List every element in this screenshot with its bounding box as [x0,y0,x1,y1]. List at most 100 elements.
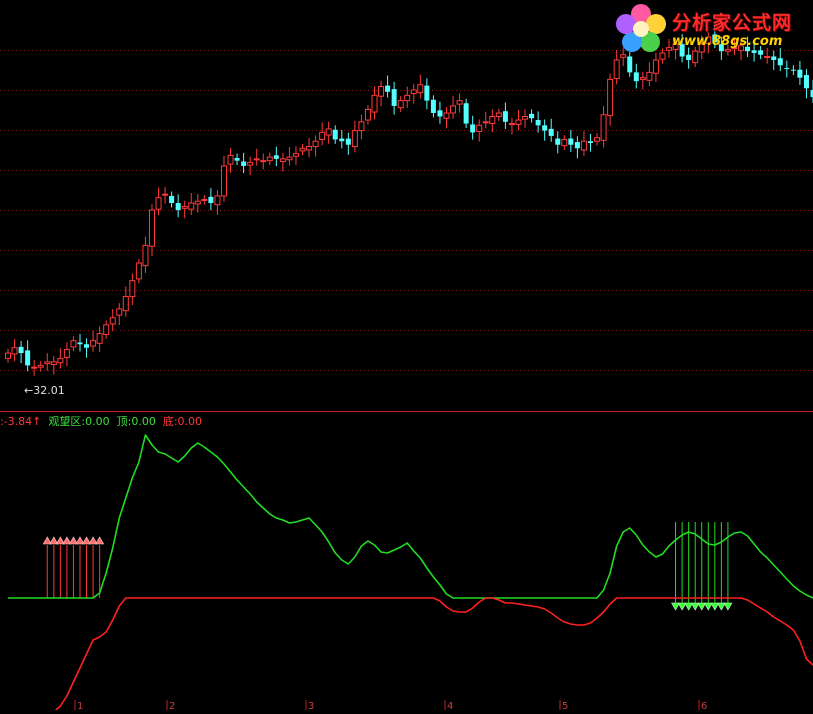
candle-body [293,154,298,157]
candle-body [313,141,318,146]
candle-body [169,196,174,203]
x-tick-label: 4 [447,701,453,710]
candle [496,109,501,121]
candle-body [542,125,547,130]
x-tick-label: 3 [308,701,314,710]
candle [274,147,279,166]
candle [254,149,259,166]
candle [451,96,456,119]
candle-body [562,139,567,145]
x-tick-label: 6 [701,701,707,710]
candle [490,109,495,132]
candle-body [509,124,514,125]
candle [372,87,377,120]
candle [123,286,128,316]
candle [163,187,168,204]
candle [149,204,154,256]
candle-body [771,56,776,60]
candle-body [653,60,658,73]
candle-body [267,157,272,161]
signal-arrows [43,522,732,610]
candle-body [149,210,154,246]
candle [797,61,802,85]
candle-body [346,139,351,145]
buy-arrow [56,537,64,598]
candle [575,136,580,158]
candle-body [287,157,292,160]
candle [568,130,573,152]
candle [555,131,560,153]
candle-body [176,203,181,210]
candle [595,133,600,145]
candle [293,146,298,165]
candle-body [503,111,508,122]
candle [77,334,82,352]
candle-body [71,341,76,347]
top-value: 0.00 [131,415,156,428]
candle-body [575,142,580,148]
candle [261,153,266,169]
candle [549,119,554,142]
candle-body [6,353,11,358]
candle [195,194,200,213]
candle [235,154,240,165]
candle-body [581,141,586,150]
candle [562,135,567,150]
green-indicator-line [8,435,813,598]
candle [6,349,11,363]
candle [640,72,645,90]
candle-body [614,60,619,79]
candle [608,74,613,126]
candle-body [280,159,285,162]
candle-body [326,129,331,135]
candle [32,360,37,376]
candle-body [202,199,207,200]
candle-body [77,342,82,344]
candle [529,109,534,122]
candle [523,109,528,128]
candle-body [791,70,796,71]
candle [320,122,325,145]
candle [169,192,174,208]
candle [215,190,220,215]
candle [326,122,331,144]
candle-body [516,120,521,124]
candle-body [627,56,632,72]
indicator-lines [8,435,813,710]
candle-body [261,161,266,162]
candle-body [241,162,246,166]
candle-body [51,362,56,365]
candle-body [418,85,423,93]
candle [385,76,390,98]
candle-body [784,68,789,69]
candle [457,93,462,112]
candle-body [25,350,30,365]
candle-body [529,114,534,118]
candle [791,65,796,75]
candle-body [555,139,560,145]
candle-body [477,125,482,131]
candle [202,195,207,205]
candle [627,52,632,77]
candle-body [104,325,109,335]
candle [19,341,24,363]
candle [300,144,305,155]
candle-body [32,367,37,368]
candle [346,133,351,155]
candle-body [117,309,122,315]
buy-arrow [83,537,91,598]
buy-arrow-head [96,537,104,544]
candlestick-series [6,24,813,375]
candle-body [804,75,809,88]
candle [398,96,403,112]
candle-body [12,348,17,354]
candle [208,188,213,210]
candle [182,201,187,219]
candle [542,120,547,141]
candle-body [156,198,161,209]
candle-body [91,341,96,346]
candle-body [58,358,63,362]
candle [287,147,292,166]
candle-body [143,245,148,265]
sell-arrow [717,522,725,610]
